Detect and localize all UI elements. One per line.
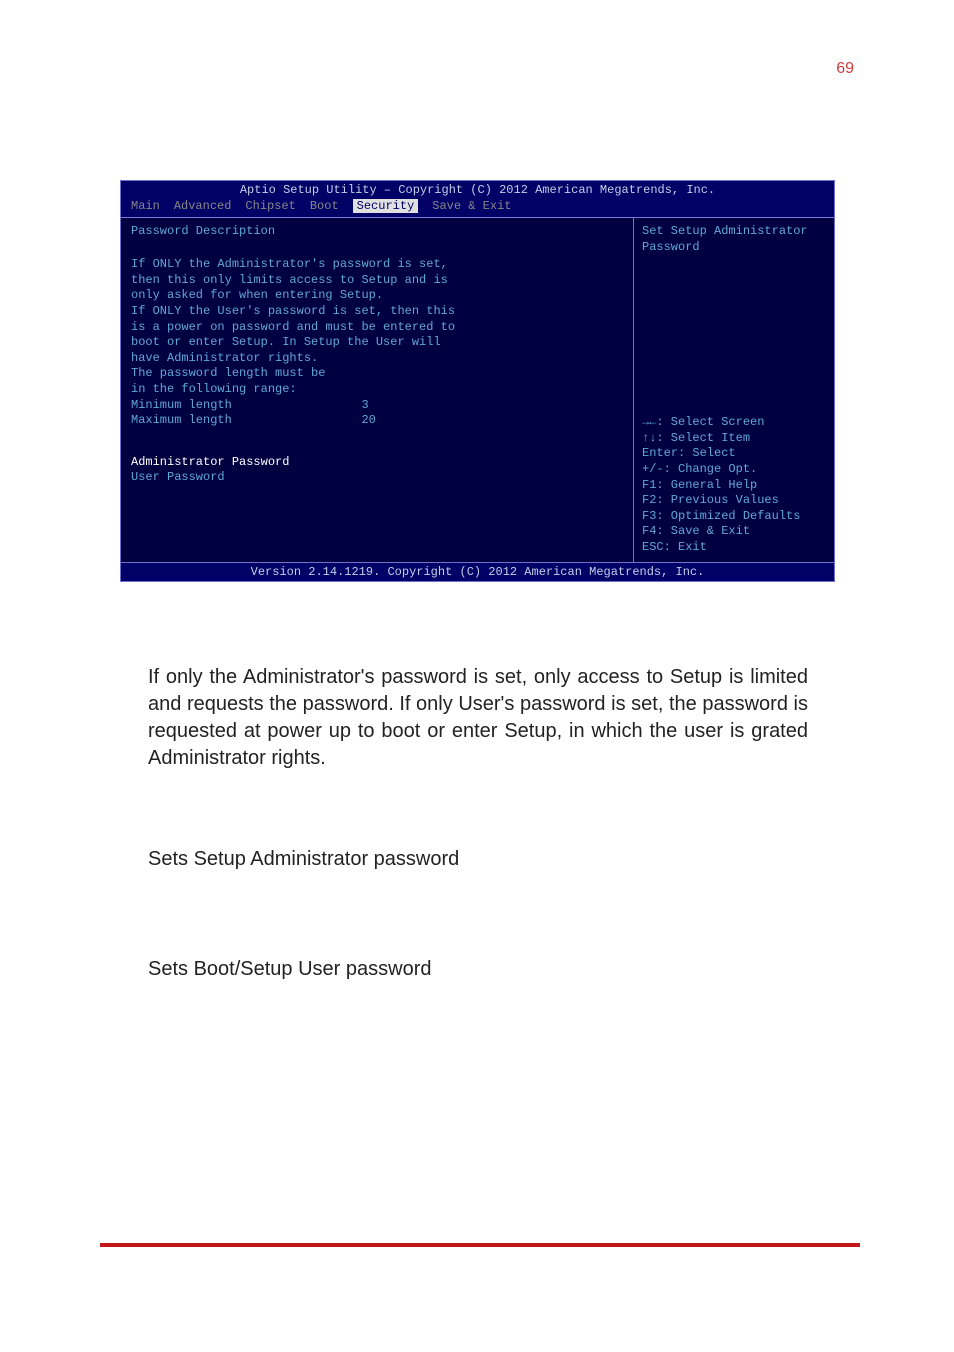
section-description: If only the Administrator's password is … <box>148 664 808 772</box>
footer-divider <box>100 1243 860 1247</box>
bios-tab-chipset[interactable]: Chipset <box>245 199 295 213</box>
bios-tab-boot[interactable]: Boot <box>310 199 339 213</box>
bios-right-pane: Set Setup Administrator Password →←: Sel… <box>634 218 834 562</box>
bios-footer: Version 2.14.1219. Copyright (C) 2012 Am… <box>121 562 834 581</box>
nav-help-line: +/-: Change Opt. <box>642 462 826 478</box>
bios-tab-main[interactable]: Main <box>131 199 160 213</box>
password-description-heading: Password Description <box>131 224 623 240</box>
user-password-item[interactable]: User Password <box>131 470 623 486</box>
bios-screenshot: Aptio Setup Utility – Copyright (C) 2012… <box>120 180 835 582</box>
nav-help-line: F4: Save & Exit <box>642 524 826 540</box>
user-password-body: Sets Boot/Setup User password <box>148 956 808 983</box>
nav-help-line: F1: General Help <box>642 478 826 494</box>
administrator-password-body: Sets Setup Administrator password <box>148 846 808 873</box>
nav-help-line: F2: Previous Values <box>642 493 826 509</box>
bios-header-title: Aptio Setup Utility – Copyright (C) 2012… <box>121 181 834 197</box>
password-description-body: If ONLY the Administrator's password is … <box>131 242 623 429</box>
administrator-password-item[interactable]: Administrator Password <box>131 455 623 471</box>
nav-help-line: →←: Select Screen <box>642 415 826 431</box>
bios-tab-security[interactable]: Security <box>353 199 419 213</box>
nav-help: →←: Select Screen↑↓: Select ItemEnter: S… <box>642 415 826 555</box>
nav-help-line: F3: Optimized Defaults <box>642 509 826 525</box>
context-help-text: Set Setup Administrator Password <box>642 224 826 255</box>
nav-help-line: ↑↓: Select Item <box>642 431 826 447</box>
bios-tab-save-exit[interactable]: Save & Exit <box>432 199 511 213</box>
nav-help-line: ESC: Exit <box>642 540 826 556</box>
bios-tab-advanced[interactable]: Advanced <box>174 199 232 213</box>
bios-tab-bar: Main Advanced Chipset Boot Security Save… <box>121 197 834 218</box>
page-number: 69 <box>836 60 854 78</box>
bios-left-pane: Password Description If ONLY the Adminis… <box>121 218 634 562</box>
bios-body: Password Description If ONLY the Adminis… <box>121 218 834 562</box>
nav-help-line: Enter: Select <box>642 446 826 462</box>
